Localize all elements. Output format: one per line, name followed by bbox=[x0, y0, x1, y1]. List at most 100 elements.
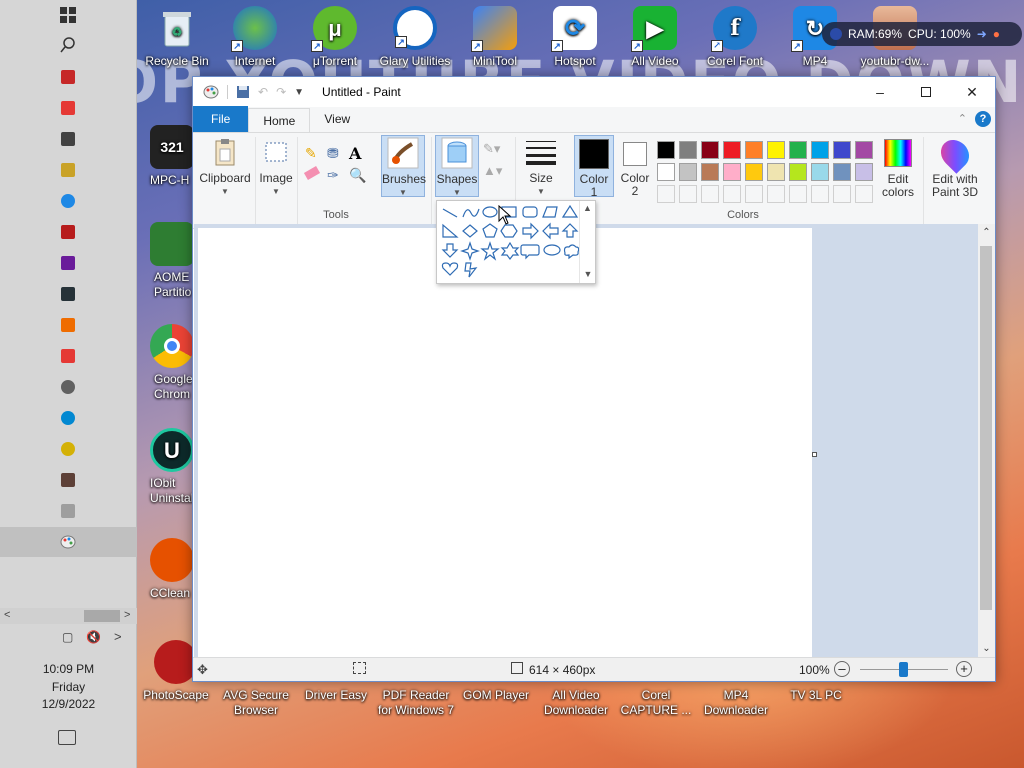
arrow-right-icon[interactable]: ➜ bbox=[977, 27, 987, 41]
palette-swatch[interactable] bbox=[789, 141, 807, 159]
desktop-icon-internet[interactable]: ↗ Internet bbox=[215, 6, 295, 69]
color-picker-icon[interactable]: ✑ bbox=[327, 167, 339, 184]
zoom-out-button[interactable]: – bbox=[834, 661, 850, 677]
palette-swatch[interactable] bbox=[657, 163, 675, 181]
gallery-scroll-down-icon[interactable]: ▼ bbox=[580, 269, 596, 279]
palette-swatch[interactable] bbox=[833, 141, 851, 159]
palette-swatch[interactable] bbox=[657, 141, 675, 159]
palette-swatch[interactable] bbox=[723, 141, 741, 159]
drawing-canvas[interactable] bbox=[198, 228, 812, 658]
zoom-slider-thumb[interactable] bbox=[899, 662, 908, 677]
palette-swatch[interactable] bbox=[701, 163, 719, 181]
vertical-scrollbar[interactable]: ⌃ ⌄ bbox=[978, 224, 995, 658]
customize-qat-icon[interactable]: ▼ bbox=[294, 87, 304, 98]
palette-empty-swatch[interactable] bbox=[745, 185, 763, 203]
magnifier-icon[interactable]: 🔍 bbox=[349, 167, 366, 184]
desktop-icon-pdf-reader[interactable]: PDF Reader for Windows 7 bbox=[371, 688, 461, 718]
scroll-down-icon[interactable]: ⌄ bbox=[978, 640, 995, 658]
palette-swatch[interactable] bbox=[855, 141, 873, 159]
save-icon[interactable] bbox=[236, 85, 250, 99]
taskbar-app-11[interactable] bbox=[58, 377, 78, 397]
volume-muted-icon[interactable]: 🔇 bbox=[86, 630, 101, 644]
scroll-right-icon[interactable]: > bbox=[124, 609, 130, 621]
palette-empty-swatch[interactable] bbox=[723, 185, 741, 203]
gallery-scroll-up-icon[interactable]: ▲ bbox=[580, 203, 595, 213]
palette-swatch[interactable] bbox=[767, 141, 785, 159]
palette-swatch[interactable] bbox=[679, 163, 697, 181]
brushes-button[interactable]: Brushes ▼ bbox=[381, 135, 426, 197]
network-icon[interactable]: ▢ bbox=[62, 630, 73, 644]
palette-empty-swatch[interactable] bbox=[855, 185, 873, 203]
maximize-button[interactable] bbox=[903, 77, 949, 107]
palette-swatch[interactable] bbox=[811, 141, 829, 159]
palette-swatch[interactable] bbox=[811, 163, 829, 181]
palette-swatch[interactable] bbox=[745, 163, 763, 181]
start-button[interactable] bbox=[58, 5, 78, 25]
palette-swatch[interactable] bbox=[679, 141, 697, 159]
minimize-button[interactable]: – bbox=[857, 77, 903, 107]
clock-date[interactable]: 12/9/2022 bbox=[0, 697, 137, 711]
palette-swatch[interactable] bbox=[701, 141, 719, 159]
desktop-icon-tv3l[interactable]: TV 3L PC bbox=[776, 688, 856, 703]
scroll-up-icon[interactable]: ⌃ bbox=[978, 224, 995, 242]
edit-colors-button[interactable]: Edit colors bbox=[877, 139, 919, 199]
taskbar-paint[interactable] bbox=[58, 532, 78, 552]
alert-icon[interactable]: ● bbox=[993, 27, 1000, 41]
help-icon[interactable]: ? bbox=[975, 111, 991, 127]
clock-day[interactable]: Friday bbox=[0, 680, 137, 694]
taskbar-app-8[interactable] bbox=[58, 284, 78, 304]
tab-home[interactable]: Home bbox=[248, 108, 311, 132]
taskbar-app-6[interactable] bbox=[58, 222, 78, 242]
desktop-icon-utorrent[interactable]: μ ↗ μTorrent bbox=[295, 6, 375, 69]
palette-swatch[interactable] bbox=[833, 163, 851, 181]
palette-empty-swatch[interactable] bbox=[701, 185, 719, 203]
desktop-icon-minitool[interactable]: ↗ MiniTool bbox=[455, 6, 535, 69]
taskbar-app-13[interactable] bbox=[58, 439, 78, 459]
image-button[interactable]: Image ▼ bbox=[257, 137, 295, 198]
taskbar-app-14[interactable] bbox=[58, 470, 78, 490]
palette-empty-swatch[interactable] bbox=[657, 185, 675, 203]
taskbar-app-10[interactable] bbox=[58, 346, 78, 366]
palette-swatch[interactable] bbox=[855, 163, 873, 181]
palette-swatch[interactable] bbox=[745, 141, 763, 159]
size-button[interactable]: Size ▼ bbox=[521, 137, 561, 198]
edit-with-paint3d-button[interactable]: Edit with Paint 3D bbox=[927, 134, 983, 199]
desktop-icon-gom[interactable]: GOM Player bbox=[456, 688, 536, 703]
color2-button[interactable]: Color 2 bbox=[617, 137, 653, 198]
close-button[interactable]: ✕ bbox=[949, 77, 995, 107]
taskbar-app-9[interactable] bbox=[58, 315, 78, 335]
taskbar-scroll-thumb[interactable] bbox=[84, 610, 120, 622]
palette-swatch[interactable] bbox=[723, 163, 741, 181]
palette-swatch[interactable] bbox=[789, 163, 807, 181]
gallery-scrollbar[interactable]: ▲ ▼ bbox=[579, 201, 595, 283]
color1-button[interactable]: Color 1 bbox=[574, 135, 614, 199]
palette-empty-swatch[interactable] bbox=[767, 185, 785, 203]
fill-bucket-icon[interactable]: ⛃ bbox=[327, 145, 339, 162]
pencil-icon[interactable]: ✎ bbox=[305, 145, 317, 162]
collapse-ribbon-icon[interactable]: ⌃ bbox=[958, 112, 967, 125]
resize-handle[interactable] bbox=[812, 452, 817, 457]
chevron-right-icon[interactable]: > bbox=[114, 629, 122, 644]
palette-swatch[interactable] bbox=[767, 163, 785, 181]
palette-empty-swatch[interactable] bbox=[811, 185, 829, 203]
taskbar-app-7[interactable] bbox=[58, 253, 78, 273]
undo-icon[interactable]: ↶ bbox=[258, 85, 268, 99]
taskbar-app-15[interactable] bbox=[58, 501, 78, 521]
scroll-left-icon[interactable]: < bbox=[4, 609, 10, 621]
desktop-icon-all-video[interactable]: ▶ ↗ All Video bbox=[615, 6, 695, 69]
notifications-icon[interactable] bbox=[58, 730, 76, 745]
palette-empty-swatch[interactable] bbox=[833, 185, 851, 203]
vertical-scroll-thumb[interactable] bbox=[980, 246, 992, 610]
tab-file[interactable]: File bbox=[193, 106, 249, 132]
text-icon[interactable]: A bbox=[349, 144, 361, 163]
taskbar-app-3[interactable] bbox=[58, 129, 78, 149]
zoom-in-button[interactable]: + bbox=[956, 661, 972, 677]
desktop-icon-corel-font[interactable]: f ↗ Corel Font bbox=[695, 6, 775, 69]
palette-empty-swatch[interactable] bbox=[679, 185, 697, 203]
taskbar-app-5[interactable] bbox=[58, 191, 78, 211]
desktop-icon-hotspot[interactable]: ⟳ ↗ Hotspot bbox=[535, 6, 615, 69]
desktop-icon-corel-capture[interactable]: Corel CAPTURE ... bbox=[616, 688, 696, 718]
clipboard-button[interactable]: Clipboard ▼ bbox=[197, 137, 253, 198]
tab-view[interactable]: View bbox=[310, 106, 364, 132]
desktop-icon-mp4-downloader[interactable]: MP4 Downloader bbox=[696, 688, 776, 718]
